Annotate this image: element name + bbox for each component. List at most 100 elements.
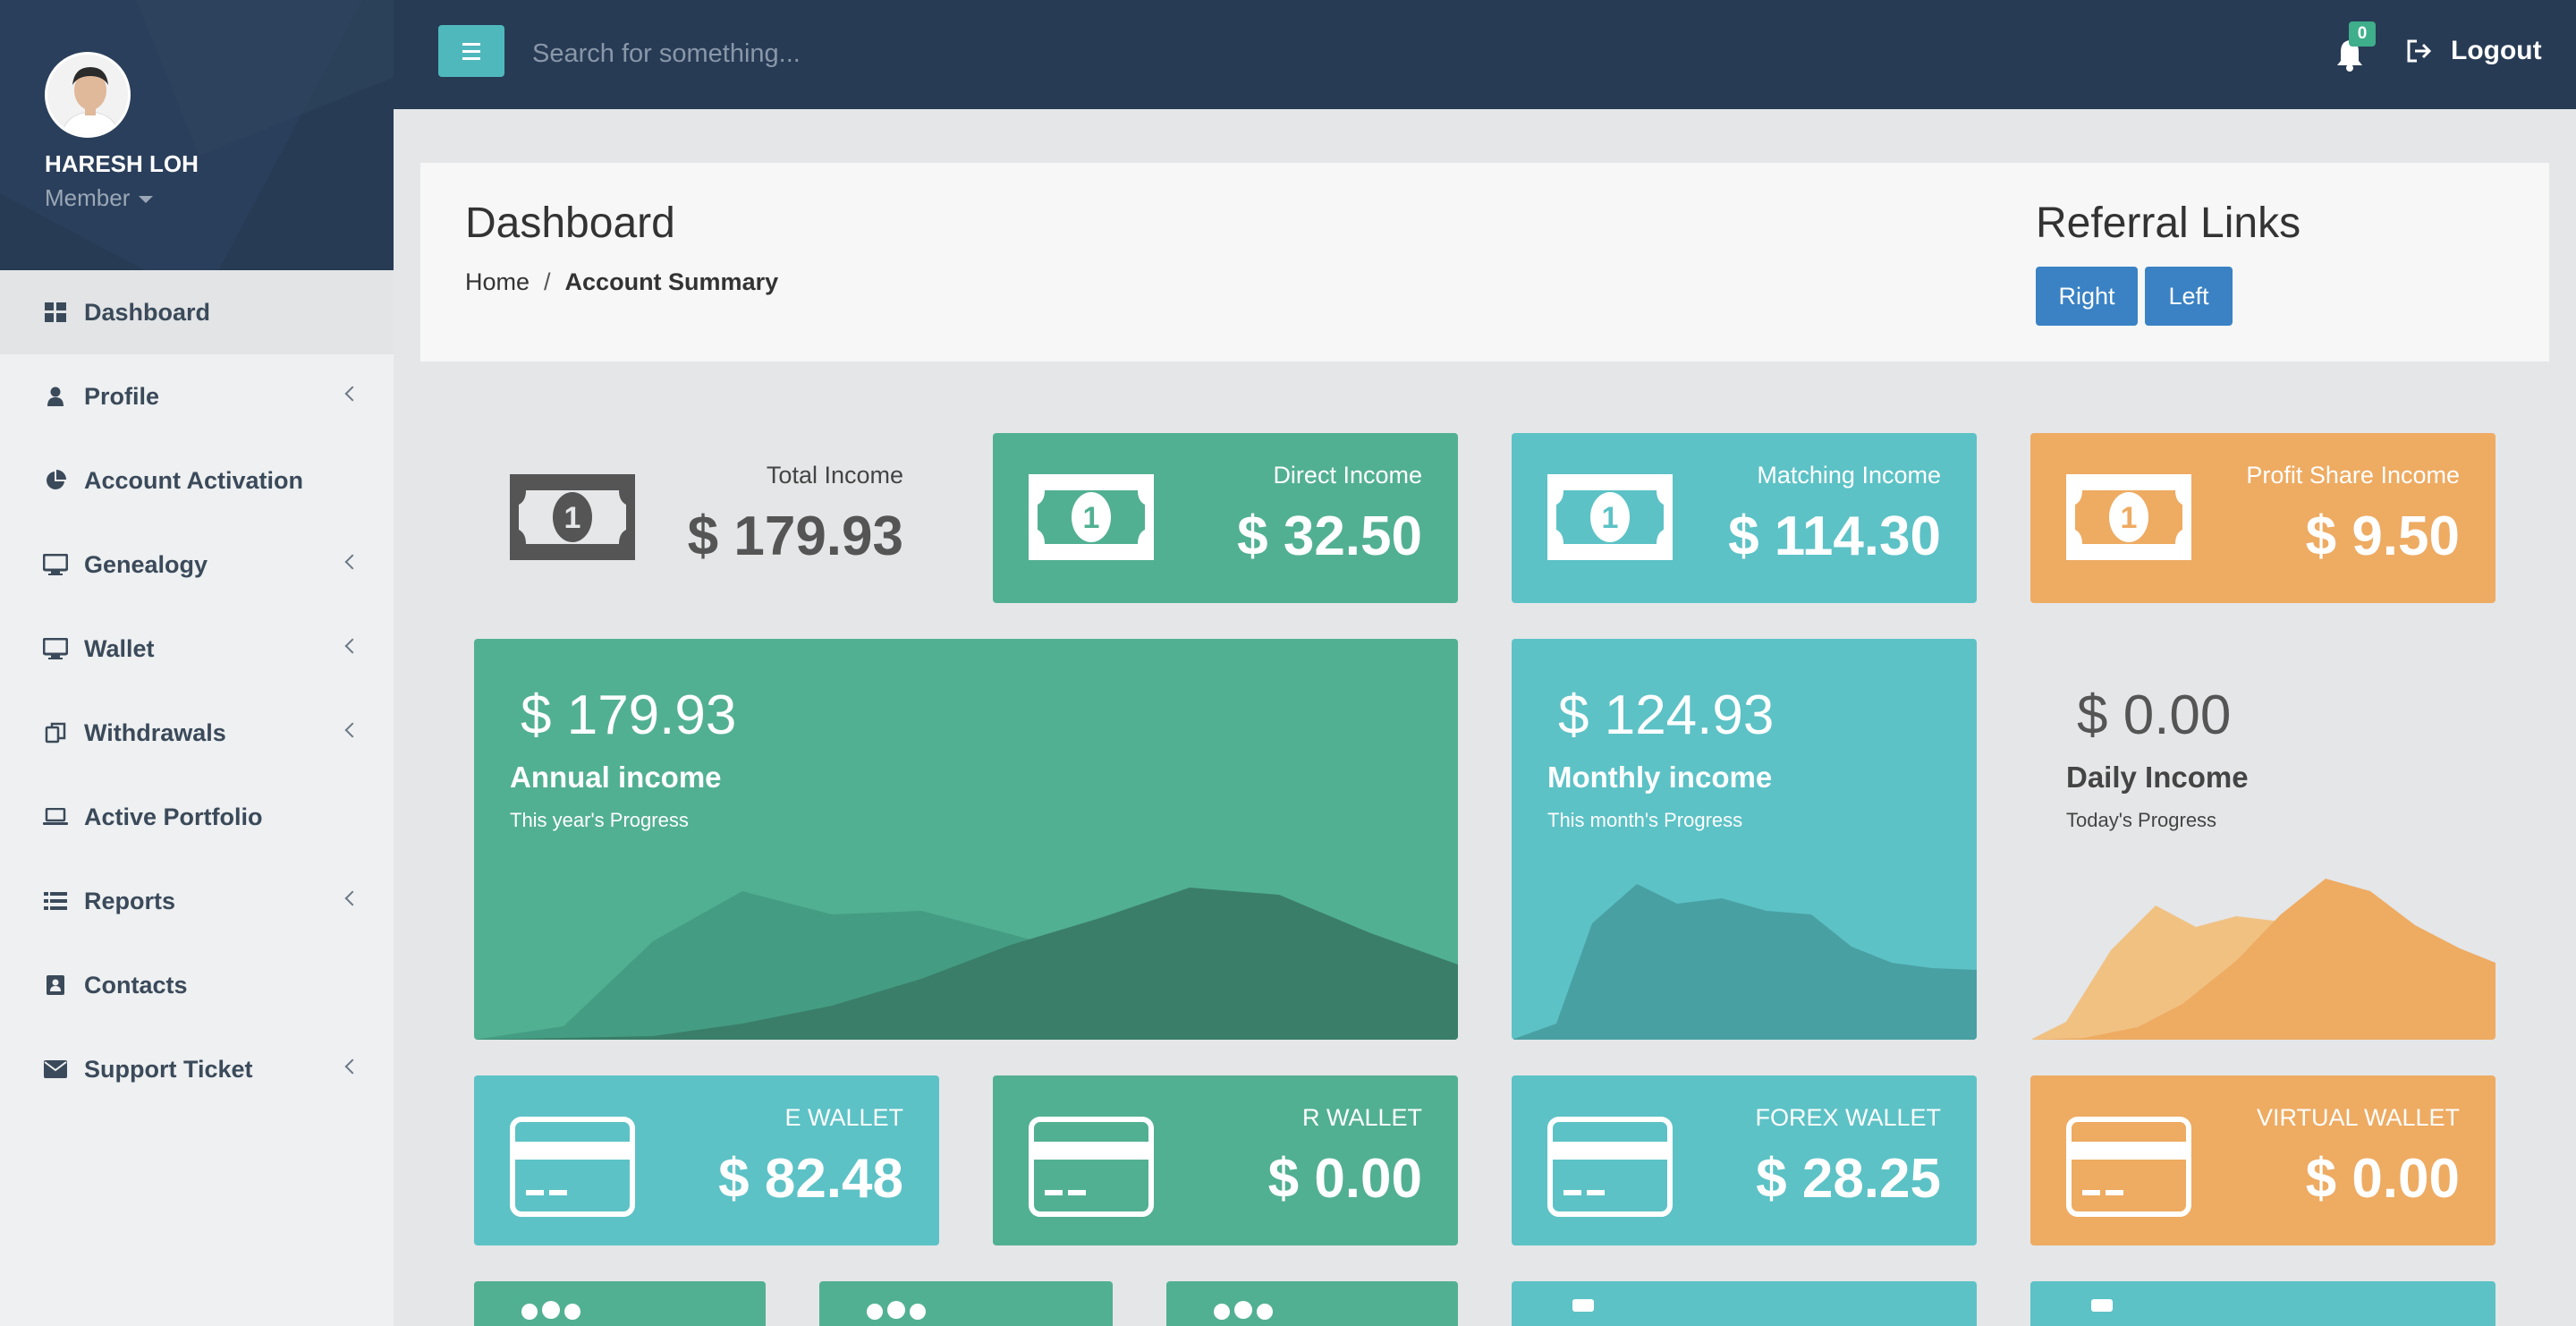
money-bill-icon: 1 [1029,474,1154,560]
referral-left-button[interactable]: Left [2145,267,2233,326]
contact-card-icon [43,974,68,996]
logout-label: Logout [2451,36,2542,65]
annual-income-value: $ 179.93 [521,684,737,746]
sidebar-item-label: Contacts [84,971,188,999]
caret-down-icon [139,196,154,204]
money-bill-icon: 1 [1547,474,1673,560]
desktop-icon [43,554,68,575]
users-icon [867,1301,926,1320]
briefcase-icon [1572,1299,1594,1312]
chevron-left-icon [344,1058,360,1075]
matching-income-value: $ 114.30 [1728,506,1941,567]
referral-right-button[interactable]: Right [2036,267,2138,326]
sidebar-item-genealogy[interactable]: Genealogy [0,523,394,607]
sidebar-item-reports[interactable]: Reports [0,859,394,943]
desktop-icon [43,638,68,659]
referral-links-title: Referral Links [2036,200,2301,247]
total-income-value: $ 179.93 [687,506,903,567]
direct-income-card: 1 Direct Income $ 32.50 [993,433,1458,603]
sidebar-menu: Dashboard Profile Account Activation Gen… [0,270,394,1111]
forex-wallet-value: $ 28.25 [1756,1148,1941,1210]
monthly-income-card: $ 124.93 Monthly income This month's Pro… [1512,639,1977,1040]
sidebar-item-label: Wallet [84,634,155,662]
virtual-wallet-card: VIRTUAL WALLET $ 0.00 [2030,1075,2496,1245]
sidebar-item-label: Reports [84,887,176,914]
stat-card [1512,1281,1977,1326]
sidebar-item-dashboard[interactable]: Dashboard [0,270,394,354]
chevron-left-icon [344,638,360,654]
credit-card-icon [1029,1117,1154,1217]
sidebar-item-withdrawals[interactable]: Withdrawals [0,691,394,775]
direct-income-value: $ 32.50 [1237,506,1422,567]
sidebar-item-label: Account Activation [84,466,304,494]
avatar[interactable] [45,52,131,138]
total-income-card: 1 Total Income $ 179.93 [474,433,939,603]
chevron-left-icon [344,386,360,402]
virtual-wallet-label: VIRTUAL WALLET [2256,1104,2460,1131]
matching-income-label: Matching Income [1757,462,1941,489]
forex-wallet-card: FOREX WALLET $ 28.25 [1512,1075,1977,1245]
svg-text:1: 1 [2121,501,2138,535]
sidebar-item-active-portfolio[interactable]: Active Portfolio [0,775,394,859]
e-wallet-card: E WALLET $ 82.48 [474,1075,939,1245]
daily-income-value: $ 0.00 [2077,684,2232,746]
breadcrumb-home-link[interactable]: Home [465,268,530,295]
sidebar-item-wallet[interactable]: Wallet [0,607,394,691]
search-input[interactable] [532,30,1337,77]
envelope-icon [43,1058,68,1080]
monthly-income-title: Monthly income [1547,761,1773,794]
page-title: Dashboard [465,200,675,247]
sidebar-item-support-ticket[interactable]: Support Ticket [0,1027,394,1111]
svg-text:1: 1 [564,501,581,535]
sidebar: HARESH LOH Member Dashboard Profile Acco… [0,0,394,1326]
monthly-income-subtitle: This month's Progress [1547,809,1743,831]
laptop-icon [43,806,68,828]
user-role-label: Member [45,184,131,211]
chevron-left-icon [344,554,360,570]
profit-share-income-value: $ 9.50 [2305,506,2460,567]
daily-income-title: Daily Income [2066,761,2249,794]
user-role-dropdown[interactable]: Member [45,184,154,212]
r-wallet-value: $ 0.00 [1267,1148,1422,1210]
annual-income-title: Annual income [510,761,722,794]
matching-income-card: 1 Matching Income $ 114.30 [1512,433,1977,603]
profit-share-income-label: Profit Share Income [2246,462,2460,489]
daily-income-subtitle: Today's Progress [2066,809,2217,831]
menu-toggle-button[interactable] [438,25,504,77]
sidebar-item-label: Genealogy [84,550,208,578]
breadcrumb-current: Account Summary [564,268,779,295]
dashboard-icon [43,302,68,323]
users-icon [521,1301,580,1320]
svg-text:1: 1 [1602,501,1619,535]
sidebar-item-contacts[interactable]: Contacts [0,943,394,1027]
sidebar-item-profile[interactable]: Profile [0,354,394,438]
daily-income-area-chart [2030,879,2496,1040]
money-bill-icon: 1 [2066,474,2191,560]
user-name: HARESH LOH [45,150,199,177]
credit-card-icon [510,1117,635,1217]
direct-income-label: Direct Income [1273,462,1422,489]
logout-button[interactable]: Logout [2406,36,2542,66]
svg-text:1: 1 [1083,501,1100,535]
chevron-left-icon [344,890,360,906]
daily-income-card: $ 0.00 Daily Income Today's Progress [2030,639,2496,1040]
users-icon [1214,1301,1273,1320]
hamburger-icon [462,42,480,46]
annual-income-card: $ 179.93 Annual income This year's Progr… [474,639,1458,1040]
monthly-income-value: $ 124.93 [1558,684,1775,746]
stat-card [2030,1281,2496,1326]
briefcase-icon [2091,1299,2113,1312]
virtual-wallet-value: $ 0.00 [2305,1148,2460,1210]
credit-card-icon [2066,1117,2191,1217]
sidebar-item-label: Profile [84,382,160,410]
copy-icon [43,722,68,744]
e-wallet-label: E WALLET [784,1104,903,1131]
sidebar-item-label: Active Portfolio [84,803,263,830]
monthly-income-area-chart [1512,884,1977,1040]
money-bill-icon: 1 [510,474,635,560]
pie-chart-icon [43,470,68,491]
top-navbar: 0 Logout [394,0,2576,109]
sidebar-item-account-activation[interactable]: Account Activation [0,438,394,523]
notification-badge: 0 [2349,21,2376,47]
credit-card-icon [1547,1117,1673,1217]
